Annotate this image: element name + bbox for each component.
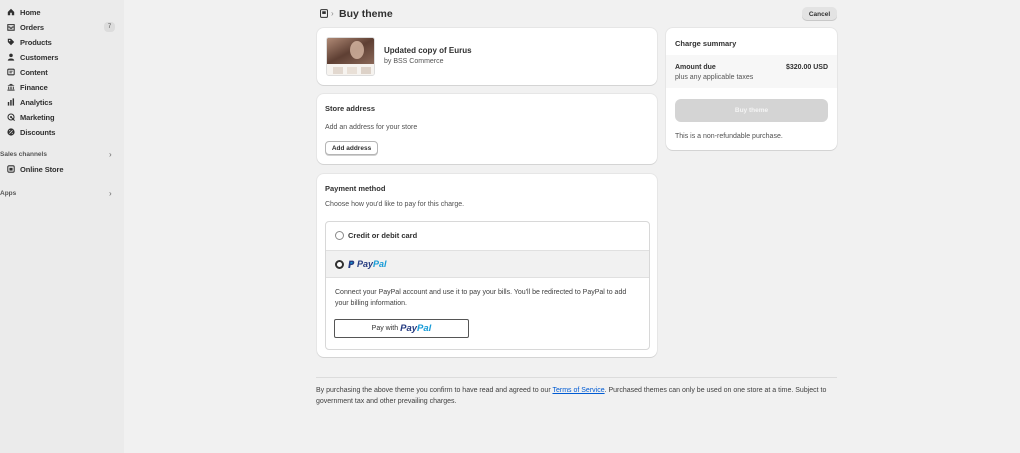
store-icon [7,165,15,173]
sidebar-item-label: Discounts [20,127,56,137]
add-address-button[interactable]: Add address [325,141,378,155]
paypal-text-light: Pal [417,323,432,334]
refund-note: This is a non-refundable purchase. [675,133,783,140]
orders-count-badge: 7 [104,22,115,32]
store-address-card: Store address Add an address for your st… [317,94,657,164]
sidebar-item-finance[interactable]: Finance [0,80,124,94]
payment-method-description: Choose how you'd like to pay for this ch… [325,201,465,208]
sidebar-item-online-store[interactable]: Online Store [0,162,124,176]
section-label: Sales channels [0,150,47,158]
paypal-text-dark: Pay [400,323,418,334]
paypal-description: Connect your PayPal account and use it t… [335,289,627,307]
theme-card: Updated copy of Eurus by BSS Commerce [317,28,657,85]
sidebar-item-customers[interactable]: Customers [0,50,124,64]
payment-option-label: Credit or debit card [348,231,418,240]
charge-summary-card: Charge summary Amount due $320.00 USD pl… [666,28,837,150]
paypal-button-prefix: Pay with [371,325,399,332]
sidebar-item-marketing[interactable]: Marketing [0,110,124,124]
chevron-right-icon: › [109,188,112,198]
tax-note: plus any applicable taxes [675,74,754,81]
payment-option-card[interactable]: Credit or debit card [326,222,649,250]
paypal-p-icon [348,260,355,268]
paypal-logo: PayPal [348,259,387,269]
pay-with-paypal-button[interactable]: Pay with PayPal [334,319,469,338]
sidebar-item-orders[interactable]: Orders 7 [0,20,124,34]
sidebar-item-label: Marketing [20,112,55,122]
amount-due-value: $320.00 USD [785,64,828,71]
sidebar-item-label: Online Store [20,164,64,174]
sidebar: Home Orders 7 Products Customers Content… [0,0,124,453]
theme-author: by BSS Commerce [384,58,444,65]
legal-text-before: By purchasing the above theme you confir… [316,387,553,394]
sidebar-item-label: Customers [20,52,59,62]
charge-summary-title: Charge summary [675,39,737,48]
terms-of-service-link[interactable]: Terms of Service [552,387,604,394]
sales-channels-section[interactable]: Sales channels › [0,148,124,160]
payment-method-card: Payment method Choose how you'd like to … [317,174,657,357]
sidebar-item-label: Content [20,67,48,77]
sidebar-item-label: Home [20,7,41,17]
target-icon [7,113,15,121]
apps-section[interactable]: Apps › [0,187,124,199]
amount-due-label: Amount due [675,64,716,71]
card-radio[interactable] [335,231,344,240]
cancel-button[interactable]: Cancel [802,7,837,21]
chevron-right-icon: › [109,149,112,159]
tag-icon [7,38,15,46]
sidebar-item-home[interactable]: Home [0,5,124,19]
paypal-text-light: Pal [373,259,387,269]
legal-text: By purchasing the above theme you confir… [316,385,846,407]
divider [316,377,837,378]
theme-thumbnail [326,37,375,76]
payment-method-heading: Payment method [325,184,386,193]
paypal-radio[interactable] [335,260,344,269]
sidebar-item-analytics[interactable]: Analytics [0,95,124,109]
store-address-description: Add an address for your store [325,124,418,131]
paypal-text-dark: Pay [357,259,374,269]
buy-theme-button[interactable]: Buy theme [675,99,828,122]
chart-icon [7,98,15,106]
page-title: Buy theme [339,8,393,20]
sidebar-item-label: Finance [20,82,48,92]
sidebar-item-label: Analytics [20,97,53,107]
bank-icon [7,83,15,91]
amount-band [666,55,837,88]
theme-icon[interactable] [320,9,328,18]
sidebar-item-content[interactable]: Content [0,65,124,79]
section-label: Apps [0,189,17,197]
sidebar-item-discounts[interactable]: Discounts [0,125,124,139]
person-icon [7,53,15,61]
payment-option-paypal[interactable]: PayPal [326,250,649,278]
discount-icon [7,128,15,136]
sidebar-item-products[interactable]: Products [0,35,124,49]
breadcrumb-separator-icon: › [331,9,334,18]
orders-icon [7,23,15,31]
home-icon [7,8,15,16]
sidebar-item-label: Products [20,37,52,47]
payment-options: Credit or debit card PayPal Connect your… [325,221,650,350]
store-address-heading: Store address [325,104,376,113]
theme-name: Updated copy of Eurus [384,46,472,55]
sidebar-item-label: Orders [20,22,44,32]
content-icon [7,68,15,76]
